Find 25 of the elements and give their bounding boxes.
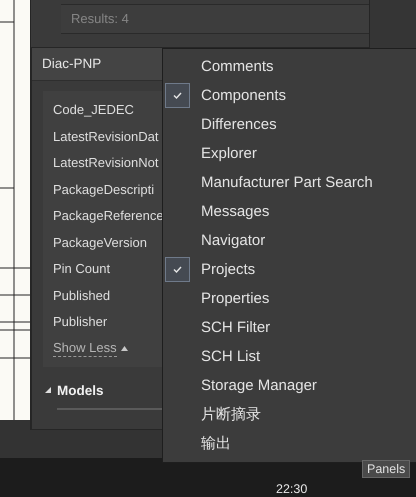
menu-label: Explorer (201, 145, 257, 162)
menu-label: Comments (201, 58, 274, 75)
property-name: LatestRevisionDat (53, 128, 158, 146)
property-name: PackageDescripti (53, 180, 154, 199)
menu-label: Properties (201, 290, 270, 307)
property-name: PackageReference (53, 207, 161, 225)
menu-label: Storage Manager (201, 377, 317, 394)
menu-label: 输出 (201, 434, 231, 453)
property-name: Pin Count (53, 260, 110, 278)
menu-label: 片断摘录 (201, 405, 261, 424)
menu-label: Messages (201, 203, 270, 220)
menu-label: Manufacturer Part Search (201, 174, 373, 191)
clock-time: 22:30 (276, 482, 308, 496)
property-name: PackageVersion (53, 234, 147, 252)
menu-label: Projects (201, 261, 256, 278)
menu-label: SCH Filter (201, 319, 270, 336)
property-name: Publisher (53, 313, 108, 331)
property-name: Code_JEDEC (53, 101, 134, 119)
section-title: Models (57, 382, 104, 398)
menu-label: Navigator (201, 232, 266, 249)
property-name: LatestRevisionNot (53, 154, 158, 172)
menu-label: Differences (201, 116, 277, 133)
menu-label: Components (201, 87, 286, 104)
property-name: Published (53, 286, 110, 304)
menu-label: SCH List (201, 348, 260, 365)
